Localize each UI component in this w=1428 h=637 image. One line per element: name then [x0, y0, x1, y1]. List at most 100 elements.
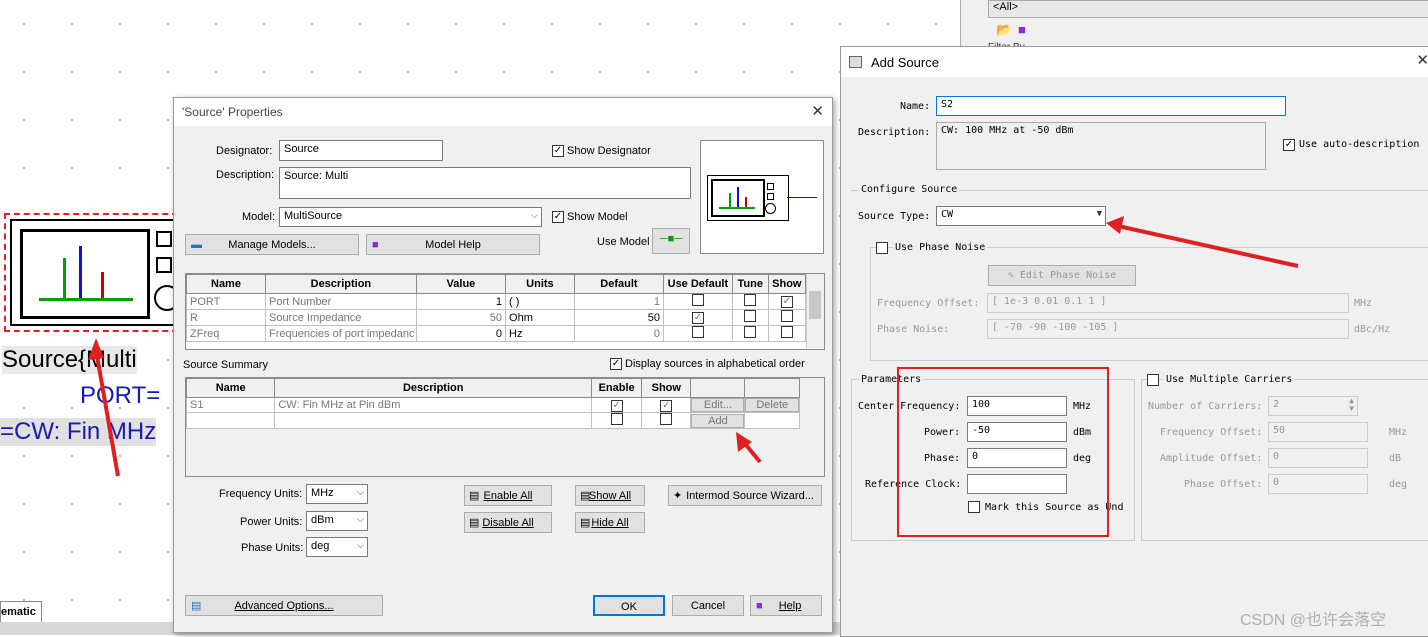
designator-field[interactable]: Source	[279, 140, 443, 161]
close-icon[interactable]: ✕	[1416, 51, 1428, 69]
cell-show[interactable]	[767, 309, 807, 326]
add-button[interactable]: Add	[691, 413, 744, 428]
power-units-select[interactable]: dBm ⌵	[306, 511, 368, 531]
intermod-wizard-button[interactable]: ✦ Intermod Source Wizard...	[668, 485, 822, 506]
cell-tune[interactable]	[731, 309, 769, 326]
cell-use-default[interactable]	[663, 293, 733, 310]
hide-all-button[interactable]: ▤ Hide All	[575, 512, 645, 533]
model-help-button[interactable]: ■ Model Help	[366, 234, 540, 255]
source-summary-label: Source Summary	[183, 359, 268, 371]
cell-name: PORT	[186, 293, 266, 310]
watermark: CSDN @也许会落空	[1240, 612, 1387, 629]
close-icon[interactable]: ✕	[811, 102, 824, 120]
col-enable[interactable]: Enable	[591, 378, 643, 398]
filter-combo[interactable]: <All>	[988, 0, 1428, 18]
spin-arrows-icon[interactable]: ▲ ▼	[1349, 397, 1354, 413]
col-show[interactable]: Show	[767, 274, 807, 294]
alphabetical-checkbox[interactable]: ✓	[610, 358, 622, 370]
cell-value[interactable]: 50	[415, 309, 507, 326]
col-default[interactable]: Default	[573, 274, 665, 294]
description-field[interactable]: CW: 100 MHz at -50 dBm	[936, 122, 1266, 170]
cell-tune[interactable]	[731, 325, 769, 342]
freq-offset-field[interactable]: [ 1e-3 0.01 0.1 1 ]	[987, 293, 1349, 313]
pencil-icon: ✎	[1007, 270, 1020, 281]
col-use-default[interactable]: Use Default	[663, 274, 733, 294]
col-value[interactable]: Value	[415, 274, 507, 294]
col-description[interactable]: Description	[264, 274, 417, 294]
manage-models-button[interactable]: ▬ Manage Models...	[185, 234, 359, 255]
show-designator-checkbox[interactable]: ✓	[552, 145, 564, 157]
col-tune[interactable]: Tune	[731, 274, 769, 294]
cell-use-default[interactable]	[663, 325, 733, 342]
cell-show[interactable]: ✓	[641, 397, 692, 413]
book-icon[interactable]: ■	[1018, 22, 1026, 37]
use-phase-noise-checkbox[interactable]	[876, 242, 888, 254]
use-model-button[interactable]: ─■─	[652, 228, 690, 254]
show-model-checkbox[interactable]: ✓	[552, 211, 564, 223]
properties-titlebar[interactable]: 'Source' Properties ✕	[174, 98, 832, 126]
schematic-tab[interactable]: ematic	[0, 601, 42, 623]
cell-tune[interactable]	[731, 293, 769, 310]
phase-noise-field[interactable]: [ -70 -90 -100 -105 ]	[987, 319, 1349, 339]
cell-show[interactable]: ✓	[767, 293, 807, 310]
cell-value[interactable]: 1	[415, 293, 507, 310]
freq-units-select[interactable]: MHz ⌵	[306, 484, 368, 504]
freq-offset2-field[interactable]: 50	[1268, 422, 1368, 442]
col-name[interactable]: Name	[185, 378, 276, 398]
table-row[interactable]: ZFreq Frequencies of port impedanc 0 Hz …	[186, 325, 807, 342]
col-units[interactable]: Units	[505, 274, 575, 294]
parameters-grid-frame: Name Description Value Units Default Use…	[185, 273, 825, 350]
cell-show[interactable]	[641, 412, 692, 429]
enable-all-button[interactable]: ▤ Enable All	[464, 485, 552, 506]
edit-phase-noise-button[interactable]: ✎ Edit Phase Noise	[988, 265, 1136, 286]
use-auto-description-checkbox[interactable]: ✓	[1283, 139, 1295, 151]
cell-units[interactable]: ( )	[505, 293, 575, 310]
cell-use-default[interactable]: ✓	[663, 309, 733, 326]
table-row[interactable]: S1 CW: Fin MHz at Pin dBm ✓ ✓ Edit... De…	[185, 397, 800, 413]
col-description[interactable]: Description	[274, 378, 593, 398]
grid-scrollbar[interactable]	[806, 274, 824, 348]
phase-units-select[interactable]: deg ⌵	[306, 537, 368, 557]
hide-all-label: Hide All	[591, 517, 629, 529]
num-carriers-value: 2	[1273, 399, 1280, 410]
use-multiple-carriers-checkbox[interactable]	[1147, 374, 1159, 386]
use-multiple-carriers-label: Use Multiple Carriers	[1164, 374, 1295, 385]
source-component[interactable]	[4, 213, 188, 332]
symbol-preview	[700, 140, 824, 254]
disable-all-button[interactable]: ▤ Disable All	[464, 512, 552, 533]
table-row[interactable]: R Source Impedance 50 Ohm 50 ✓	[186, 309, 807, 326]
cell-enable[interactable]	[591, 412, 643, 429]
scrollbar-thumb[interactable]	[809, 291, 821, 319]
ok-button[interactable]: OK	[593, 595, 665, 616]
cell-show[interactable]	[767, 325, 807, 342]
model-select-value: MultiSource	[284, 210, 343, 222]
amp-offset-field[interactable]: 0	[1268, 448, 1368, 468]
add-source-titlebar[interactable]: Add Source ✕	[841, 47, 1428, 77]
phase-offset-label: Phase Offset:	[1184, 479, 1263, 490]
component-label: Source{Multi	[2, 346, 137, 374]
cancel-button[interactable]: Cancel	[672, 595, 744, 616]
help-button[interactable]: ■ Help	[750, 595, 822, 616]
phase-offset-field[interactable]: 0	[1268, 474, 1368, 494]
advanced-options-button[interactable]: ▤ Advanced Options...	[185, 595, 383, 616]
table-row[interactable]: Add	[185, 412, 800, 429]
name-field[interactable]: S2	[936, 96, 1286, 116]
source-type-select[interactable]: CW ▼	[936, 206, 1106, 226]
folder-icon[interactable]: 📂	[996, 22, 1012, 38]
edit-button[interactable]: Edit...	[691, 398, 744, 412]
cell-desc: Source Impedance	[264, 309, 417, 326]
cell-units[interactable]: Ohm	[505, 309, 575, 326]
cell-units[interactable]: Hz	[505, 325, 575, 342]
show-all-button[interactable]: ▤ Show All	[575, 485, 645, 506]
col-show[interactable]: Show	[641, 378, 692, 398]
cell-value[interactable]: 0	[415, 325, 507, 342]
col-name[interactable]: Name	[186, 274, 266, 294]
cell-name: ZFreq	[186, 325, 266, 342]
delete-button[interactable]: Delete	[745, 398, 799, 412]
description-field[interactable]: Source: Multi	[279, 167, 691, 199]
help-book-icon: ■	[756, 600, 763, 612]
num-carriers-field[interactable]: 2 ▲ ▼	[1268, 396, 1358, 416]
model-select[interactable]: MultiSource ⌵	[279, 207, 542, 227]
table-row[interactable]: PORT Port Number 1 ( ) 1 ✓	[186, 293, 807, 310]
cell-enable[interactable]: ✓	[591, 397, 643, 413]
